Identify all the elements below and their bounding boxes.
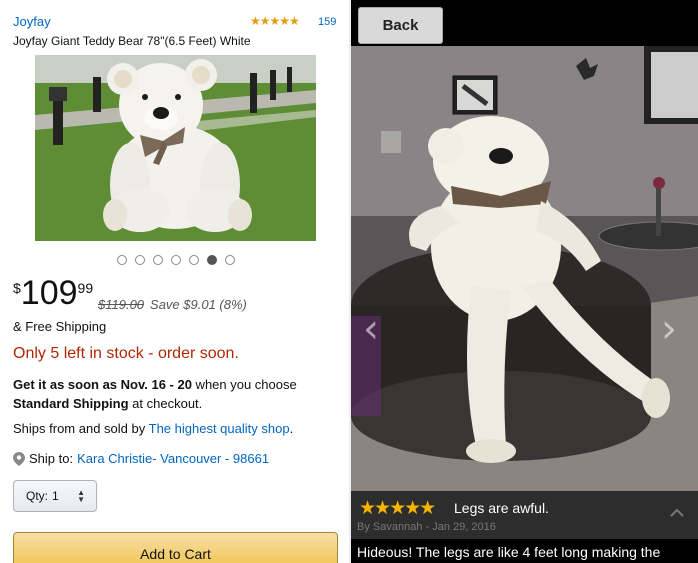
ship-to-address[interactable]: Kara Christie- Vancouver - 98661 xyxy=(77,451,269,466)
delivery-info: Get it as soon as Nov. 16 - 20 when you … xyxy=(13,375,338,413)
select-arrows-icon: ▲ ▼ xyxy=(77,488,85,504)
delivery-date: Get it as soon as Nov. 16 - 20 xyxy=(13,377,192,392)
seller-link[interactable]: The highest quality shop xyxy=(149,421,290,436)
carousel-dot[interactable] xyxy=(171,255,181,265)
list-price: $119.00 Save $9.01 (8%) xyxy=(98,297,247,312)
price: $ 109 99 xyxy=(13,276,93,310)
review-count-link[interactable]: 159 xyxy=(318,16,336,28)
review-stars: ★★★★★ xyxy=(359,497,436,519)
rating-stars[interactable]: ★★★★★ xyxy=(250,14,300,28)
delivery-middle: when you choose xyxy=(191,377,297,392)
add-to-cart-button[interactable]: Add to Cart xyxy=(13,532,338,563)
review-photo[interactable]: ‹ › xyxy=(351,46,698,491)
list-price-strikethrough: $119.00 xyxy=(98,297,145,312)
carousel-dot[interactable] xyxy=(135,255,145,265)
quantity-label: Qty: xyxy=(26,489,49,503)
previous-image-arrow[interactable]: ‹ xyxy=(363,306,379,352)
delivery-method: Standard Shipping xyxy=(13,396,129,411)
review-caption: ★★★★★ Legs are awful. By Savannah - Jan … xyxy=(351,491,698,539)
chevron-up-icon[interactable] xyxy=(669,505,685,521)
back-button[interactable]: Back xyxy=(358,7,443,44)
seller-prefix: Ships from and sold by xyxy=(13,421,149,436)
price-fraction: 99 xyxy=(77,280,94,296)
price-whole: 109 xyxy=(20,274,78,312)
brand-link[interactable]: Joyfay xyxy=(13,14,51,29)
location-pin-icon xyxy=(13,451,25,466)
carousel-dot-active[interactable] xyxy=(207,255,217,265)
carousel-dot[interactable] xyxy=(117,255,127,265)
product-image[interactable] xyxy=(35,55,316,241)
carousel-dot[interactable] xyxy=(189,255,199,265)
review-author-date: By Savannah - Jan 29, 2016 xyxy=(357,521,496,533)
next-image-arrow[interactable]: › xyxy=(661,306,677,352)
stock-warning: Only 5 left in stock - order soon. xyxy=(13,345,239,362)
savings-text: Save $9.01 (8%) xyxy=(150,297,247,312)
product-title: Joyfay Giant Teddy Bear 78"(6.5 Feet) Wh… xyxy=(13,34,251,48)
carousel-dot[interactable] xyxy=(225,255,235,265)
viewer-toolbar: Back xyxy=(351,0,698,46)
carousel-dot[interactable] xyxy=(153,255,163,265)
price-currency: $ xyxy=(13,280,21,296)
delivery-suffix: at checkout. xyxy=(128,396,203,411)
seller-info: Ships from and sold by The highest quali… xyxy=(13,421,293,436)
review-title: Legs are awful. xyxy=(454,500,549,516)
teddy-bear-photo xyxy=(35,55,316,241)
ship-to[interactable]: Ship to: Kara Christie- Vancouver - 9866… xyxy=(13,451,269,466)
carousel-dots[interactable] xyxy=(117,255,235,265)
customer-teddy-photo xyxy=(351,46,698,491)
seller-suffix: . xyxy=(289,421,294,436)
quantity-value: 1 xyxy=(52,489,59,503)
ship-to-label: Ship to: xyxy=(29,451,74,466)
review-image-viewer: Back ‹ › ★★★★★ Legs are awful. By Savann… xyxy=(351,0,698,563)
quantity-select[interactable]: Qty: 1 ▲ ▼ xyxy=(13,480,97,512)
review-body: Hideous! The legs are like 4 feet long m… xyxy=(351,539,698,563)
product-page: Joyfay ★★★★★ 159 Joyfay Giant Teddy Bear… xyxy=(0,0,349,563)
free-shipping-text: & Free Shipping xyxy=(13,319,107,334)
